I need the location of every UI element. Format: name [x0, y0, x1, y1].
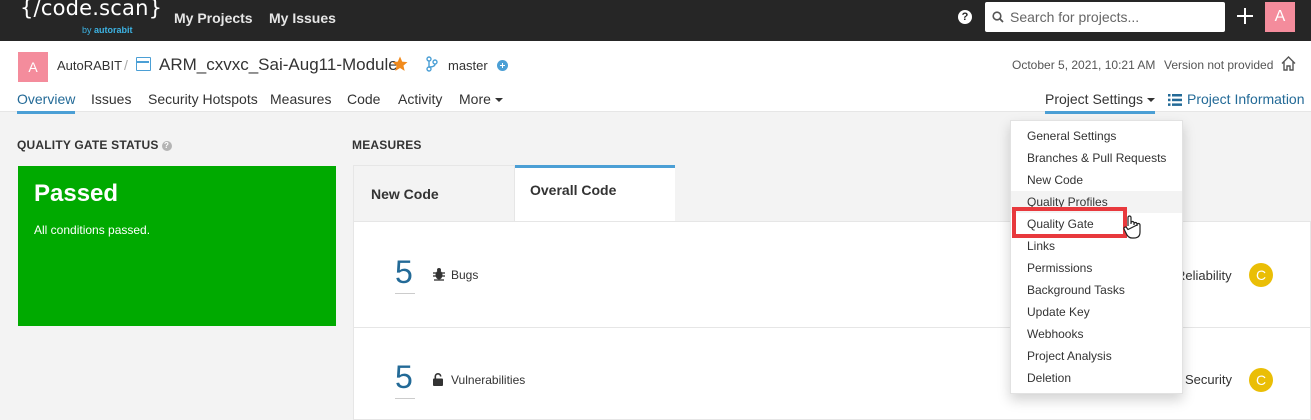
create-plus-icon[interactable]: [1236, 5, 1254, 27]
security-rating-badge[interactable]: C: [1249, 368, 1273, 392]
menu-item-project-analysis[interactable]: Project Analysis: [1011, 345, 1182, 367]
tab-more[interactable]: More: [459, 91, 503, 107]
favorite-star-icon[interactable]: [391, 55, 409, 73]
codescan-logo[interactable]: {/code.scan} by autorabit: [20, 0, 163, 40]
bug-icon: [433, 268, 445, 281]
tab-new-code[interactable]: New Code: [353, 165, 515, 221]
menu-item-deletion[interactable]: Deletion: [1011, 367, 1182, 389]
tab-measures[interactable]: Measures: [270, 91, 331, 107]
tab-activity[interactable]: Activity: [398, 91, 442, 107]
tab-code[interactable]: Code: [347, 91, 380, 107]
logo-subtitle: by autorabit: [82, 25, 133, 35]
vulnerabilities-label: Vulnerabilities: [451, 373, 526, 387]
list-icon: [1168, 94, 1182, 106]
menu-item-general-settings[interactable]: General Settings: [1011, 125, 1182, 147]
value-underline: [395, 398, 415, 399]
tab-overview[interactable]: Overview: [17, 91, 76, 114]
breadcrumb-separator: /: [124, 57, 128, 73]
menu-item-branches-pull-requests[interactable]: Branches & Pull Requests: [1011, 147, 1182, 169]
analysis-date: October 5, 2021, 10:21 AM: [1012, 58, 1156, 72]
menu-item-new-code[interactable]: New Code: [1011, 169, 1182, 191]
help-icon[interactable]: ?: [161, 141, 172, 151]
top-navbar: {/code.scan} by autorabit My Projects My…: [0, 0, 1311, 41]
project-settings-dropdown: General Settings Branches & Pull Request…: [1010, 120, 1183, 394]
chevron-down-icon: [1147, 98, 1156, 103]
project-information-link[interactable]: Project Information: [1168, 91, 1305, 107]
nav-my-issues[interactable]: My Issues: [269, 10, 336, 26]
menu-item-background-tasks[interactable]: Background Tasks: [1011, 279, 1182, 301]
reliability-label: Reliability: [1176, 268, 1232, 283]
lock-icon: [433, 373, 443, 386]
project-icon: [136, 57, 151, 71]
project-version: Version not provided: [1164, 58, 1274, 72]
project-name[interactable]: ARM_cxvxc_Sai-Aug11-Module: [159, 55, 398, 75]
security-label: Security: [1185, 372, 1232, 387]
branch-add-icon[interactable]: [497, 60, 508, 71]
search-icon: [992, 11, 1004, 23]
search-box: [985, 2, 1225, 32]
breadcrumb-org[interactable]: AutoRABIT: [57, 58, 122, 73]
menu-item-webhooks[interactable]: Webhooks: [1011, 323, 1182, 345]
menu-item-permissions[interactable]: Permissions: [1011, 257, 1182, 279]
menu-item-update-key[interactable]: Update Key: [1011, 301, 1182, 323]
vulnerabilities-count[interactable]: 5: [395, 359, 413, 396]
project-header: A AutoRABIT / ARM_cxvxc_Sai-Aug11-Module…: [0, 41, 1311, 114]
measures-title: MEASURES: [352, 138, 422, 152]
tab-overall-code[interactable]: Overall Code: [515, 165, 675, 222]
branch-name[interactable]: master: [448, 58, 488, 73]
hand-cursor-icon: [1123, 215, 1141, 239]
quality-gate-message: All conditions passed.: [34, 223, 151, 237]
project-settings-menu[interactable]: Project Settings: [1045, 91, 1156, 114]
bugs-label: Bugs: [451, 268, 479, 282]
bugs-count[interactable]: 5: [395, 254, 413, 291]
nav-my-projects[interactable]: My Projects: [174, 10, 253, 26]
tab-security-hotspots[interactable]: Security Hotspots: [148, 91, 258, 107]
quality-gate-status-box: Passed All conditions passed.: [18, 166, 336, 326]
home-icon[interactable]: [1280, 55, 1297, 72]
chevron-down-icon: [494, 98, 503, 103]
branch-icon: [426, 56, 438, 72]
user-avatar[interactable]: A: [1265, 2, 1295, 32]
quality-gate-title: QUALITY GATE STATUS?: [17, 138, 172, 152]
search-input[interactable]: [1010, 2, 1220, 32]
org-avatar: A: [18, 52, 48, 82]
value-underline: [395, 293, 415, 294]
reliability-rating-badge[interactable]: C: [1249, 263, 1273, 287]
quality-gate-status: Passed: [34, 180, 119, 207]
menu-item-links[interactable]: Links: [1011, 235, 1182, 257]
quality-gate-highlight-box: [1012, 207, 1127, 238]
logo-text: {/code.scan}: [20, 0, 163, 20]
help-icon[interactable]: ?: [958, 10, 972, 24]
tab-issues[interactable]: Issues: [91, 91, 131, 107]
